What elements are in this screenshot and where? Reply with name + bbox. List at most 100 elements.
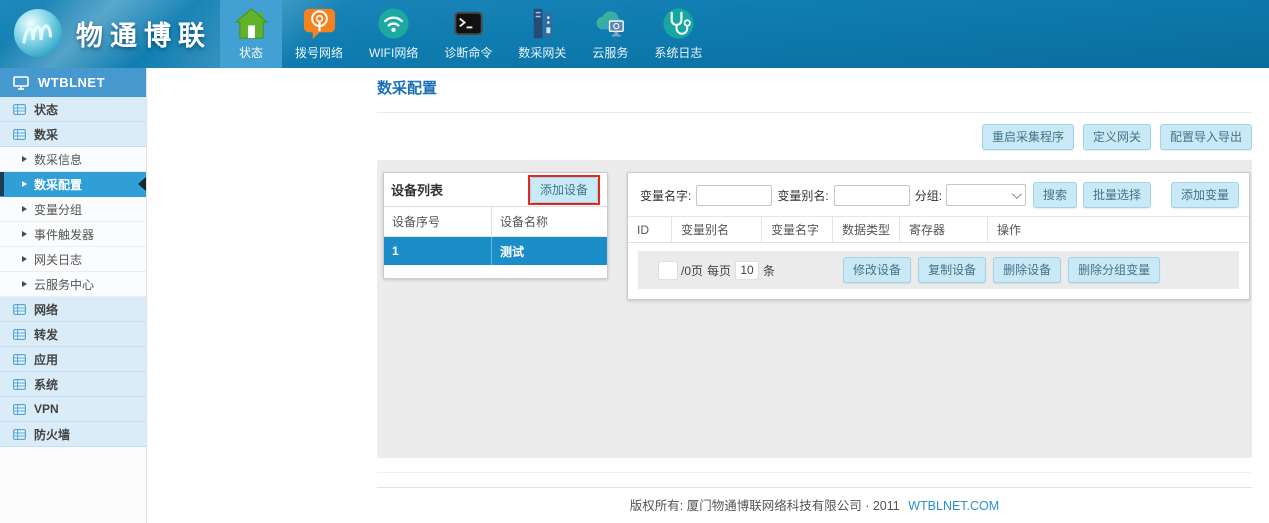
- variable-alias-label: 变量别名:: [777, 187, 828, 204]
- restart-collector-button[interactable]: 重启采集程序: [982, 124, 1074, 150]
- grid-icon: [13, 429, 26, 440]
- sidebar-item-label: 系统: [34, 376, 58, 393]
- content-workspace: 设备列表 添加设备 设备序号 设备名称 1 测试 变量名字: 变量别名:: [377, 160, 1252, 458]
- arrow-right-icon: [22, 156, 27, 162]
- device-index-column: 设备序号: [384, 213, 491, 230]
- per-page-label: 每页: [707, 262, 731, 279]
- sidebar-item-data-config[interactable]: 数采配置: [0, 172, 146, 197]
- variable-name-input[interactable]: [696, 185, 772, 206]
- device-index-cell: 1: [384, 244, 491, 258]
- footer-divider-light: [377, 472, 1252, 473]
- nav-item-diagnostic-command[interactable]: 诊断命令: [431, 0, 505, 68]
- group-label: 分组:: [915, 187, 942, 204]
- sidebar-item-label: 应用: [34, 351, 58, 368]
- sidebar: WTBLNET 状态 数采 数采信息 数采配置 变量分组 事件触发器 网关日志 …: [0, 68, 147, 523]
- device-name-column: 设备名称: [491, 207, 607, 236]
- device-list-title: 设备列表: [391, 180, 443, 199]
- brand-name: 物通博联: [76, 14, 212, 53]
- column-operation: 操作: [987, 217, 1249, 242]
- batch-select-button[interactable]: 批量选择: [1083, 182, 1151, 208]
- per-page-unit: 条: [763, 262, 775, 279]
- sidebar-item-data-info[interactable]: 数采信息: [0, 147, 146, 172]
- nav-item-dial-network[interactable]: 拨号网络: [282, 0, 356, 68]
- wifi-icon: [376, 6, 411, 41]
- search-button[interactable]: 搜索: [1033, 182, 1077, 208]
- page-count-text: /0页: [681, 262, 703, 279]
- column-register: 寄存器: [899, 217, 987, 242]
- main-content: 数采配置 重启采集程序 定义网关 配置导入导出 设备列表 添加设备 设备序号 设…: [377, 68, 1255, 514]
- config-import-export-button[interactable]: 配置导入导出: [1160, 124, 1252, 150]
- sidebar-item-label: 数采信息: [34, 151, 82, 168]
- sidebar-item-application[interactable]: 应用: [0, 347, 146, 372]
- grid-icon: [13, 354, 26, 365]
- nav-item-cloud-service[interactable]: 云服务: [579, 0, 641, 68]
- gateway-icon: [525, 6, 560, 41]
- sidebar-item-gateway-log[interactable]: 网关日志: [0, 247, 146, 272]
- sidebar-item-event-trigger[interactable]: 事件触发器: [0, 222, 146, 247]
- delete-group-variable-button[interactable]: 删除分组变量: [1068, 257, 1160, 283]
- sidebar-item-label: 数采配置: [34, 176, 82, 193]
- top-bar: 物通博联 状态 拨号网络: [0, 0, 1269, 68]
- device-table-empty-row: [384, 265, 607, 278]
- sidebar-item-firewall[interactable]: 防火墙: [0, 422, 146, 447]
- nav-label: 数采网关: [518, 44, 566, 61]
- group-select[interactable]: [946, 184, 1026, 206]
- system-log-icon: [661, 6, 696, 41]
- nav-label: 诊断命令: [444, 44, 492, 61]
- copy-device-button[interactable]: 复制设备: [918, 257, 986, 283]
- sidebar-item-label: 数采: [34, 126, 58, 143]
- add-variable-button[interactable]: 添加变量: [1171, 182, 1239, 208]
- grid-icon: [13, 379, 26, 390]
- modify-device-button[interactable]: 修改设备: [843, 257, 911, 283]
- nav-item-wifi-network[interactable]: WIFI网络: [356, 0, 431, 68]
- nav-label: 拨号网络: [295, 44, 343, 61]
- home-icon: [234, 6, 269, 41]
- pagination-bar: /0页 每页 条 修改设备 复制设备 删除设备 删除分组变量: [638, 251, 1239, 289]
- sidebar-item-label: 事件触发器: [34, 226, 94, 243]
- sidebar-item-label: 云服务中心: [34, 276, 94, 293]
- chevron-down-icon: [1012, 189, 1022, 199]
- add-device-button[interactable]: 添加设备: [530, 177, 598, 203]
- grid-icon: [13, 329, 26, 340]
- sidebar-item-label: 状态: [34, 101, 58, 118]
- nav-label: WIFI网络: [369, 44, 418, 61]
- device-row[interactable]: 1 测试: [384, 237, 607, 265]
- sidebar-item-vpn[interactable]: VPN: [0, 397, 146, 422]
- variable-filter-row: 变量名字: 变量别名: 分组: 搜索 批量选择 添加变量: [628, 173, 1249, 216]
- annotation-highlight-box: 添加设备: [528, 175, 600, 205]
- sidebar-item-data-collection[interactable]: 数采: [0, 122, 146, 147]
- define-gateway-button[interactable]: 定义网关: [1083, 124, 1151, 150]
- cloud-service-icon: [593, 6, 628, 41]
- variable-alias-input[interactable]: [834, 185, 910, 206]
- copyright-year: · 2011: [865, 499, 900, 513]
- footer-divider: [377, 487, 1252, 488]
- nav-item-data-gateway[interactable]: 数采网关: [505, 0, 579, 68]
- grid-icon: [13, 404, 26, 415]
- sidebar-item-label: 转发: [34, 326, 58, 343]
- device-panel-header: 设备列表 添加设备: [384, 173, 607, 207]
- dial-network-icon: [302, 6, 337, 41]
- title-divider: [377, 112, 1252, 113]
- page-number-input[interactable]: [658, 261, 678, 280]
- sidebar-item-system[interactable]: 系统: [0, 372, 146, 397]
- arrow-right-icon: [22, 281, 27, 287]
- top-navigation: 状态 拨号网络 WIFI网络: [220, 0, 715, 68]
- logo-sphere-icon: [12, 7, 64, 59]
- grid-icon: [13, 104, 26, 115]
- column-name: 变量名字: [761, 217, 832, 242]
- nav-label: 云服务: [592, 44, 628, 61]
- sidebar-header: WTBLNET: [0, 68, 146, 97]
- delete-device-button[interactable]: 删除设备: [993, 257, 1061, 283]
- nav-label: 系统日志: [654, 44, 702, 61]
- arrow-right-icon: [22, 256, 27, 262]
- wtblnet-link[interactable]: WTBLNET.COM: [908, 499, 999, 513]
- nav-item-status[interactable]: 状态: [220, 0, 282, 68]
- sidebar-item-cloud-center[interactable]: 云服务中心: [0, 272, 146, 297]
- nav-item-system-log[interactable]: 系统日志: [641, 0, 715, 68]
- sidebar-item-status[interactable]: 状态: [0, 97, 146, 122]
- sidebar-item-network[interactable]: 网络: [0, 297, 146, 322]
- device-table-header: 设备序号 设备名称: [384, 207, 607, 237]
- sidebar-item-forwarding[interactable]: 转发: [0, 322, 146, 347]
- sidebar-item-variable-group[interactable]: 变量分组: [0, 197, 146, 222]
- per-page-input[interactable]: [735, 261, 759, 280]
